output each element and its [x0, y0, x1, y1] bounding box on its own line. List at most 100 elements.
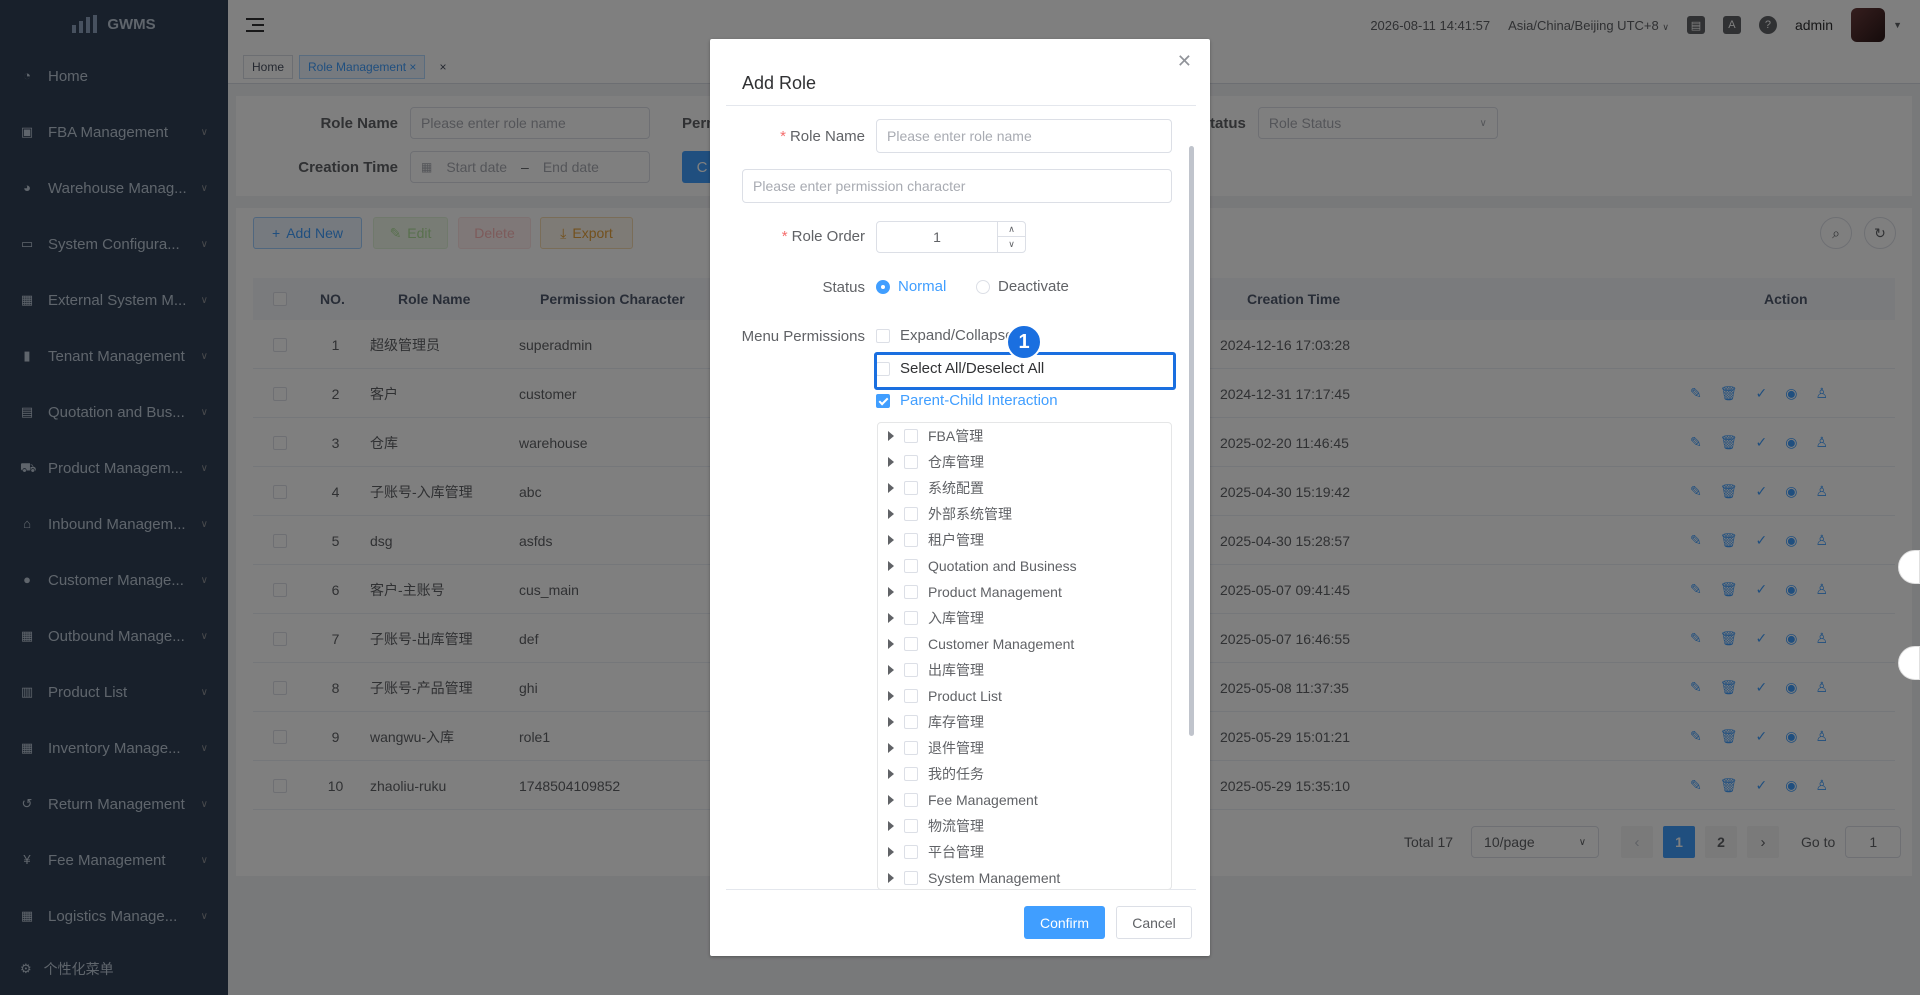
parent-child-checkbox[interactable]: Parent-Child Interaction [876, 392, 1058, 409]
tree-node[interactable]: Quotation and Business [888, 553, 1077, 579]
role-name-form-label-text: Role Name [789, 128, 865, 145]
role-order-stepper[interactable]: 1 ∧ ∨ [876, 221, 1026, 253]
checkbox[interactable] [904, 585, 918, 599]
status-deactivate-label: Deactivate [998, 278, 1069, 295]
confirm-button[interactable]: Confirm [1024, 906, 1105, 939]
checkbox[interactable] [904, 533, 918, 547]
caret-right-icon[interactable] [888, 587, 894, 597]
role-order-value[interactable]: 1 [877, 222, 997, 252]
checkbox[interactable] [876, 328, 890, 343]
role-name-form-label: * Role Name [735, 128, 865, 145]
tree-node-label: System Management [928, 870, 1061, 886]
caret-right-icon[interactable] [888, 639, 894, 649]
menu-permission-tree: FBA管理仓库管理系统配置外部系统管理租户管理 Quotation and Bus… [877, 422, 1172, 890]
tree-node-label: 平台管理 [928, 844, 984, 860]
radio-unchecked[interactable] [976, 279, 990, 294]
parent-child-label: Parent-Child Interaction [900, 392, 1058, 409]
menu-permissions-label: Menu Permissions [741, 328, 865, 345]
tree-node-label: 系统配置 [928, 480, 984, 496]
tree-node[interactable]: 物流管理 [888, 813, 984, 839]
caret-right-icon[interactable] [888, 691, 894, 701]
tree-node[interactable]: FBA管理 [888, 423, 983, 449]
checkbox[interactable] [904, 663, 918, 677]
caret-right-icon[interactable] [888, 743, 894, 753]
tree-node-label: Fee Management [928, 792, 1038, 808]
caret-right-icon[interactable] [888, 847, 894, 857]
tree-node[interactable]: Product Management [888, 579, 1062, 605]
caret-right-icon[interactable] [888, 613, 894, 623]
tree-node-label: Product Management [928, 584, 1062, 600]
caret-right-icon[interactable] [888, 665, 894, 675]
checkbox[interactable] [904, 741, 918, 755]
caret-right-icon[interactable] [888, 457, 894, 467]
role-name-input[interactable]: Please enter role name [876, 119, 1172, 153]
increment-button[interactable]: ∧ [997, 222, 1025, 237]
caret-right-icon[interactable] [888, 821, 894, 831]
tree-node-label: Quotation and Business [928, 558, 1077, 574]
checkbox[interactable] [904, 689, 918, 703]
tree-node[interactable]: Customer Management [888, 631, 1074, 657]
checkbox[interactable] [904, 611, 918, 625]
checkbox[interactable] [904, 767, 918, 781]
expand-collapse-checkbox[interactable]: Expand/Collapse [876, 327, 1013, 344]
close-icon[interactable]: ✕ [1177, 51, 1192, 72]
permission-character-input[interactable]: Please enter permission character [742, 169, 1172, 203]
required-asterisk: * [780, 128, 786, 145]
checkbox[interactable] [904, 715, 918, 729]
tree-node-label: Product List [928, 688, 1002, 704]
tree-node[interactable]: 外部系统管理 [888, 501, 1012, 527]
tree-node[interactable]: Product List [888, 683, 1002, 709]
tree-node[interactable]: Fee Management [888, 787, 1038, 813]
tree-node[interactable]: 入库管理 [888, 605, 984, 631]
checkbox[interactable] [904, 429, 918, 443]
checkbox[interactable] [904, 455, 918, 469]
tree-node-label: 外部系统管理 [928, 506, 1012, 522]
tree-node[interactable]: 租户管理 [888, 527, 984, 553]
status-normal-radio[interactable]: Normal [876, 278, 946, 295]
caret-right-icon[interactable] [888, 431, 894, 441]
tree-node-label: 我的任务 [928, 766, 984, 782]
checkbox[interactable] [904, 793, 918, 807]
cancel-button[interactable]: Cancel [1116, 906, 1192, 939]
tree-node[interactable]: 退件管理 [888, 735, 984, 761]
caret-right-icon[interactable] [888, 795, 894, 805]
caret-right-icon[interactable] [888, 561, 894, 571]
annotation-step-badge: 1 [1006, 324, 1042, 360]
tree-node[interactable]: 仓库管理 [888, 449, 984, 475]
caret-right-icon[interactable] [888, 769, 894, 779]
checkbox[interactable] [904, 559, 918, 573]
tree-node-label: 出库管理 [928, 662, 984, 678]
scrollbar[interactable] [1189, 146, 1194, 736]
tree-node-label: FBA管理 [928, 428, 984, 444]
tree-node-label: 仓库管理 [928, 454, 984, 470]
tree-node[interactable]: System Management [888, 865, 1061, 889]
dialog-title: Add Role [742, 73, 817, 93]
tree-node-label: Customer Management [928, 636, 1075, 652]
status-normal-label: Normal [898, 278, 947, 295]
status-deactivate-radio[interactable]: Deactivate [976, 278, 1069, 295]
caret-right-icon[interactable] [888, 717, 894, 727]
caret-right-icon[interactable] [888, 873, 894, 883]
checkbox[interactable] [904, 637, 918, 651]
checkbox[interactable] [904, 871, 918, 885]
checkbox[interactable] [904, 481, 918, 495]
checkbox-checked[interactable] [876, 393, 890, 408]
tree-node-label: 入库管理 [928, 610, 984, 626]
caret-right-icon[interactable] [888, 535, 894, 545]
tree-node[interactable]: 库存管理 [888, 709, 984, 735]
tree-node[interactable]: 出库管理 [888, 657, 984, 683]
required-asterisk: * [781, 228, 788, 245]
tree-node[interactable]: 平台管理 [888, 839, 984, 865]
tree-node[interactable]: 我的任务 [888, 761, 984, 787]
checkbox[interactable] [904, 819, 918, 833]
role-order-label: * Role Order [735, 228, 865, 245]
caret-right-icon[interactable] [888, 509, 894, 519]
tree-node[interactable]: 系统配置 [888, 475, 984, 501]
checkbox[interactable] [904, 845, 918, 859]
status-form-label: Status [822, 279, 865, 296]
decrement-button[interactable]: ∨ [997, 237, 1025, 252]
radio-checked[interactable] [876, 279, 890, 294]
caret-right-icon[interactable] [888, 483, 894, 493]
tree-node-label: 物流管理 [928, 818, 984, 834]
checkbox[interactable] [904, 507, 918, 521]
